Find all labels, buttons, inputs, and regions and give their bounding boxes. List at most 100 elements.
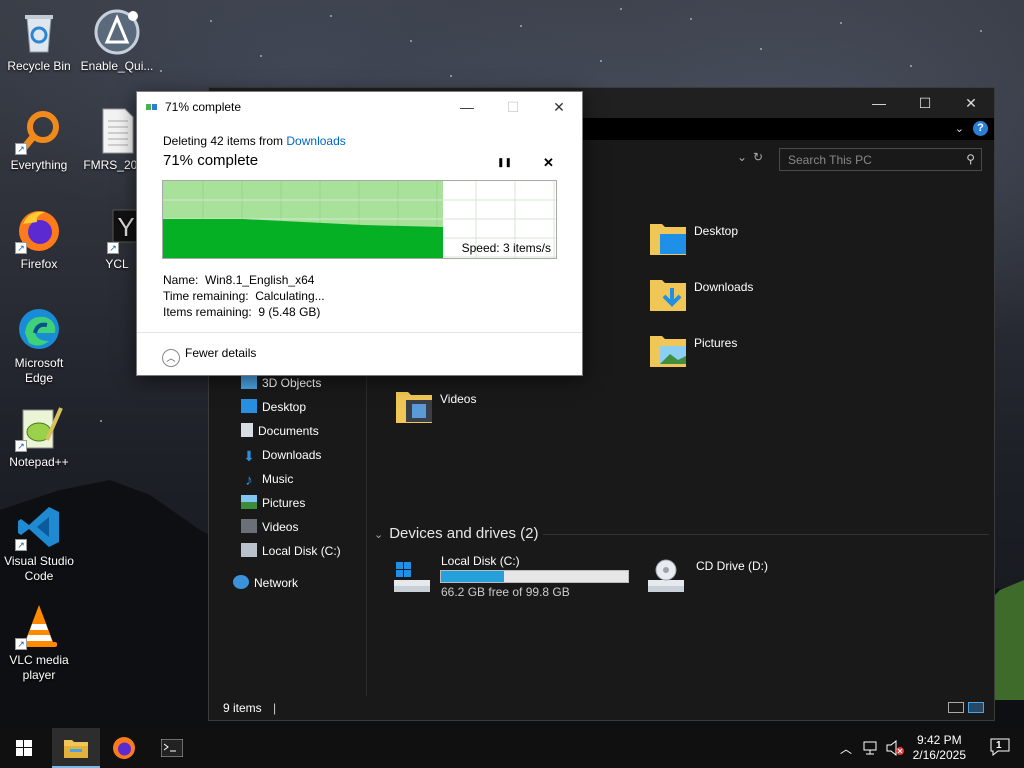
search-icon: ⚲ [966,152,975,166]
details-view-icon[interactable] [948,702,964,713]
drive-free-text: 66.2 GB free of 99.8 GB [441,585,570,599]
search-input[interactable]: Search This PC ⚲ [779,148,982,171]
maximize-button[interactable]: ☐ [902,88,948,118]
address-dropdown-icon[interactable]: ⌄ [737,150,747,164]
pictures-icon [241,495,257,509]
terminal-icon [161,739,183,757]
nav-item-local-disk[interactable]: Local Disk (C:) [241,540,341,562]
vscode-icon: ↗ [15,503,63,551]
cd-drive-icon [648,559,684,592]
shortcut-arrow-icon: ↗ [15,143,27,155]
dialog-minimize-button[interactable]: — [444,92,490,122]
refresh-icon[interactable]: ↻ [753,150,763,164]
local-disk-icon [241,543,257,557]
windows-logo-icon [16,740,32,756]
taskbar-file-explorer[interactable] [52,728,100,768]
desktop-folder-icon [650,224,686,255]
collapse-chevron-icon: ⌄ [374,529,384,541]
nav-item-desktop[interactable]: Desktop [241,396,306,418]
search-placeholder: Search This PC [788,153,872,167]
pause-button[interactable]: ❚❚ [497,157,512,168]
dialog-details: Name: Win8.1_English_x64 Time remaining:… [163,272,325,320]
folder-label: Pictures [694,336,738,350]
fewer-details-label: Fewer details [185,346,257,360]
taskbar-clock[interactable]: 9:42 PM 2/16/2025 [913,733,966,763]
detail-label: Time remaining: [163,289,249,303]
cancel-button[interactable]: ✕ [543,155,554,171]
edge-icon [15,305,63,353]
desktop-icon-label: Firefox [20,257,58,271]
desktop-icon-edge[interactable]: Microsoft Edge [0,305,78,386]
desktop-icon-enable-quick[interactable]: Enable_Qui... [78,8,156,74]
close-button[interactable]: ✕ [948,88,994,118]
desktop-icon-label: Everything [10,158,68,172]
taskbar-terminal[interactable] [148,728,196,768]
dialog-subtitle: Deleting 42 items from Downloads [163,134,559,148]
drive-label: CD Drive (D:) [696,559,768,573]
nav-item-music[interactable]: ♪ Music [241,468,293,490]
volume-muted-icon[interactable] [886,740,904,756]
drive-tile-d[interactable]: CD Drive (D:) [644,554,804,600]
nav-item-downloads[interactable]: ⬇ Downloads [241,444,321,466]
progress-dialog-icon [146,104,157,110]
desktop-icon-vlc[interactable]: ↗ VLC media player [0,602,78,683]
taskbar-firefox[interactable] [100,728,148,768]
help-icon[interactable]: ? [973,121,988,136]
notification-count-badge: 1 [996,740,1002,751]
ribbon-expand-icon[interactable]: ⌄ [955,122,964,135]
shortcut-arrow-icon: ↗ [15,242,27,254]
app-icon [93,8,141,56]
minimize-button[interactable]: — [856,88,902,118]
document-icon [93,107,141,155]
shortcut-arrow-icon: ↗ [15,539,27,551]
devices-header-label: Devices and drives (2) [389,525,539,542]
nav-item-pictures[interactable]: Pictures [241,492,305,514]
status-cursor: | [273,701,277,715]
dialog-close-button[interactable]: ✕ [536,92,582,122]
desktop-icon [241,399,257,413]
drive-tile-c[interactable]: Local Disk (C:) 66.2 GB free of 99.8 GB [390,554,630,600]
desktop-icon-recycle-bin[interactable]: Recycle Bin [0,8,78,74]
tiles-view-icon[interactable] [968,702,984,713]
start-button[interactable] [0,728,48,768]
desktop-icon-everything[interactable]: ↗ Everything [0,107,78,173]
devices-group-header[interactable]: ⌄ Devices and drives (2) [374,525,538,542]
detail-label: Items remaining: [163,305,252,319]
speed-label: Speed: 3 items/s [461,241,551,255]
desktop-icon-vscode[interactable]: ↗ Visual Studio Code [0,503,78,584]
nav-label: Downloads [262,448,322,462]
shortcut-arrow-icon: ↗ [15,638,27,650]
drive-usage-fill [441,571,505,582]
desktop-icon-firefox[interactable]: ↗ Firefox [0,206,78,272]
detail-value: 9 (5.48 GB) [258,305,321,319]
show-hidden-icons-button[interactable]: ︿ [840,740,852,757]
downloads-link[interactable]: Downloads [286,134,345,148]
desktop-icon-notepadpp[interactable]: ↗ Notepad++ [0,404,78,470]
detail-time-remaining: Time remaining: Calculating... [163,288,325,304]
nav-label: Videos [262,520,299,534]
nav-item-network[interactable]: Network [233,572,298,594]
firefox-icon: ↗ [15,206,63,254]
fewer-details-button[interactable]: ︿ Fewer details [162,346,256,367]
network-icon [233,575,249,589]
music-icon: ♪ [245,472,253,489]
notification-center-button[interactable]: 1 [990,738,1010,759]
vlc-icon: ↗ [15,602,63,650]
downloads-folder-icon [650,280,686,311]
network-status-icon[interactable] [863,741,879,755]
dialog-maximize-button[interactable]: ☐ [490,92,536,122]
system-tray: ︿ [836,728,916,768]
notepadpp-icon: ↗ [15,404,63,452]
3d-objects-icon [241,375,257,389]
folder-label: Videos [440,392,477,406]
folder-label: Downloads [694,280,754,294]
nav-item-documents[interactable]: Documents [241,420,319,442]
detail-value: Win8.1_English_x64 [205,273,315,287]
group-divider [543,534,989,535]
desktop-icon-label: Microsoft Edge [14,356,64,385]
dialog-titlebar[interactable]: 71% complete — ☐ ✕ [137,92,582,122]
file-explorer-icon [64,740,88,758]
nav-item-videos[interactable]: Videos [241,516,298,538]
search-app-icon: ↗ [15,107,63,155]
detail-name: Name: Win8.1_English_x64 [163,272,325,288]
